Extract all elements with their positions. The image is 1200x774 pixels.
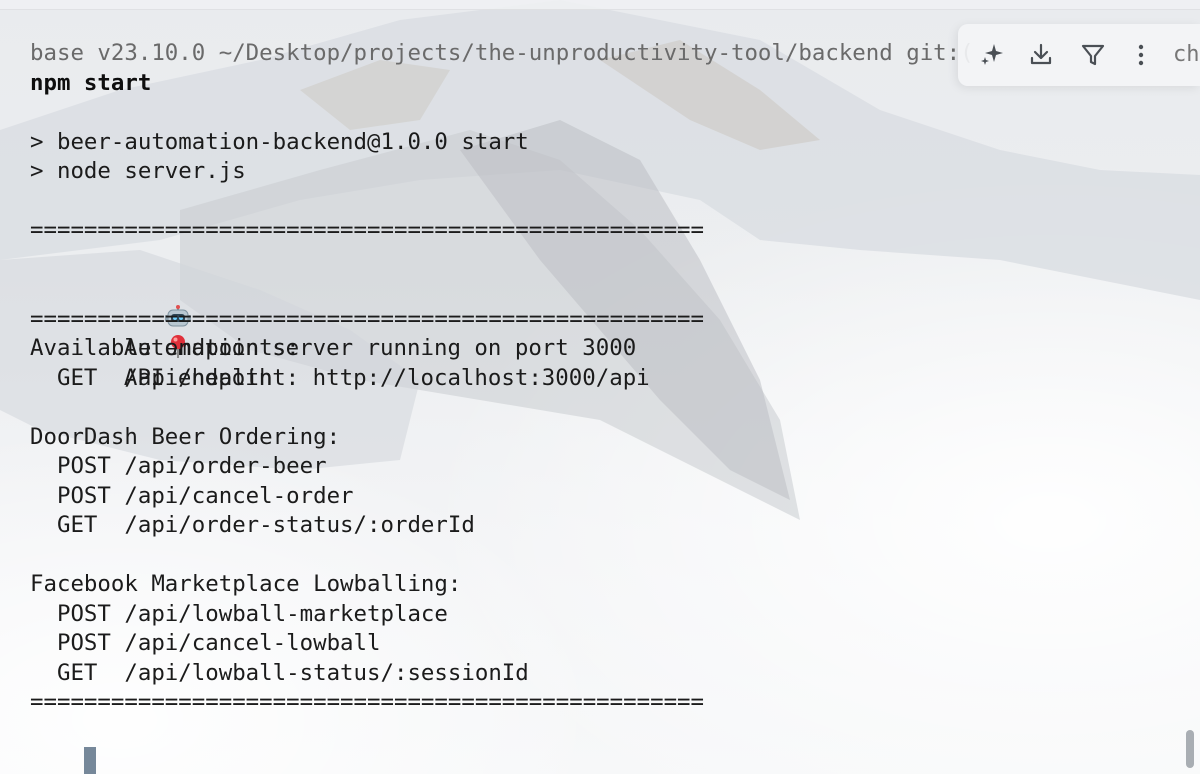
- terminal-cursor: [83, 747, 96, 774]
- separator-line: ========================================…: [30, 305, 705, 332]
- sparkle-icon: [981, 44, 1003, 65]
- section-heading: DoorDash Beer Ordering:: [30, 423, 341, 450]
- ai-sparkle-button[interactable]: [975, 38, 1009, 72]
- filter-button[interactable]: [1076, 38, 1110, 72]
- section-heading: Facebook Marketplace Lowballing:: [30, 571, 462, 597]
- vertical-dots-icon: [1138, 44, 1144, 66]
- endpoint-line: GET /api/lowball-status/:sessionId: [30, 659, 529, 686]
- filter-icon: [1081, 44, 1105, 66]
- terminal-output[interactable]: base v23.10.0 ~/Desktop/projects/the-unp…: [30, 39, 1190, 774]
- window-top-edge: [0, 0, 1200, 10]
- cursor-line: [30, 718, 1190, 774]
- separator-line: ========================================…: [30, 689, 705, 715]
- endpoint-line: POST /api/cancel-order: [30, 482, 354, 509]
- endpoint-line: GET /api/order-status/:orderId: [30, 512, 475, 538]
- output-line: > beer-automation-backend@1.0.0 start: [30, 128, 529, 155]
- download-button[interactable]: [1024, 38, 1058, 72]
- vertical-scrollbar[interactable]: [1186, 730, 1194, 768]
- more-options-button[interactable]: [1124, 38, 1158, 72]
- output-line: > node server.js: [30, 158, 246, 184]
- terminal-toolbar: cha: [958, 24, 1200, 86]
- separator-line: ========================================…: [30, 217, 705, 243]
- download-icon: [1030, 43, 1052, 65]
- toolbar-truncated-label: cha: [1173, 42, 1200, 67]
- endpoint-line: POST /api/order-beer: [30, 453, 327, 479]
- endpoint-line: POST /api/cancel-lowball: [30, 630, 381, 656]
- server-status-line: Automation server running on port 3000: [30, 246, 1190, 361]
- endpoint-line: POST /api/lowball-marketplace: [30, 600, 448, 627]
- robot-emoji-icon: [84, 275, 191, 326]
